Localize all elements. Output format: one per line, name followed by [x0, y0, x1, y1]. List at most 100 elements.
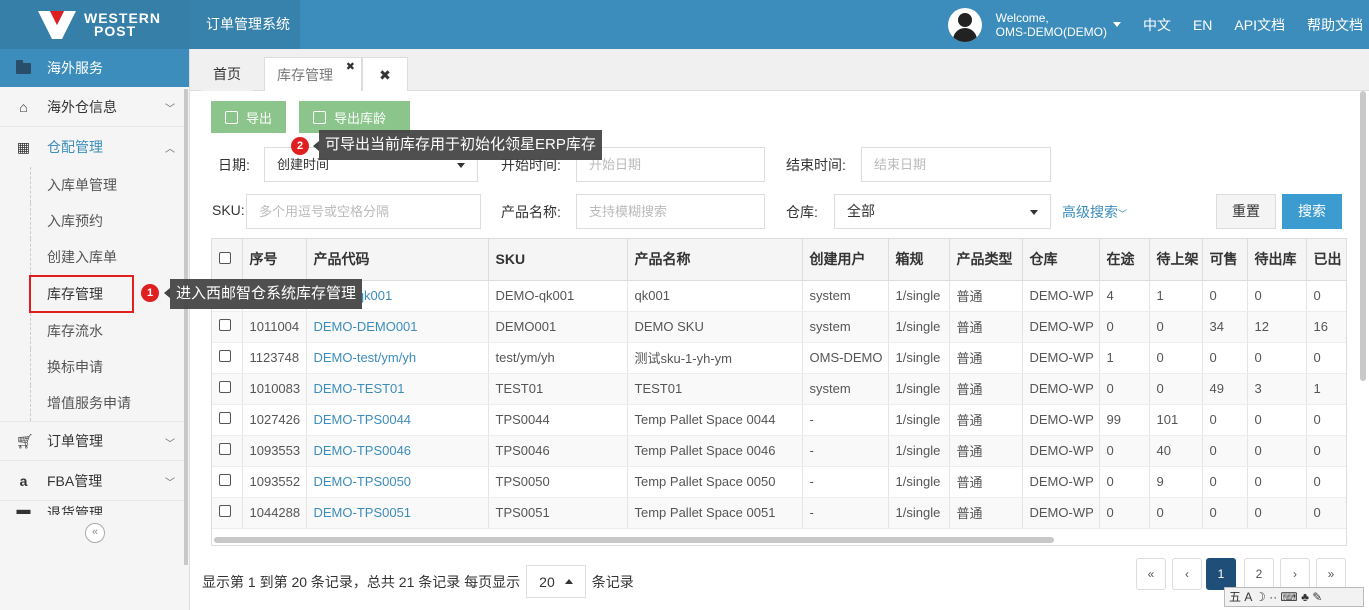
table-cell: 1/single: [888, 280, 950, 312]
ime-toolbar[interactable]: 五 A ☽ ·· ⌨ ♣ ✎: [1224, 587, 1364, 607]
table-cell: 0: [1306, 404, 1346, 436]
col-header[interactable]: 仓库: [1022, 239, 1100, 281]
chevron-down-icon: ﹀: [165, 478, 175, 489]
sidebar-sub-inventory[interactable]: 库存管理: [29, 275, 134, 313]
product-code-link[interactable]: DEMO-DEMO001: [306, 311, 489, 343]
col-header[interactable]: 创建用户: [802, 239, 889, 281]
table-cell: 1027426: [242, 404, 307, 436]
col-header[interactable]: 产品代码: [306, 239, 489, 281]
next-page-button[interactable]: ›: [1280, 558, 1310, 590]
product-code-link[interactable]: DEMO-TPS0044: [306, 404, 489, 436]
user-avatar-icon[interactable]: [947, 7, 982, 42]
tab-inventory[interactable]: 库存管理 ✖: [264, 57, 362, 91]
advanced-search-link[interactable]: 高级搜索﹀: [1062, 202, 1127, 222]
table-cell: 0: [1099, 497, 1150, 529]
end-date-input[interactable]: 结束日期: [861, 147, 1051, 182]
table-row[interactable]: 1123748 DEMO-test/ym/yh test/ym/yh 测试sku-1-…: [212, 342, 1346, 374]
first-page-button[interactable]: «: [1136, 558, 1166, 590]
table-cell: 0: [1099, 466, 1150, 498]
sidebar-item-orders[interactable]: 🛒︎ 订单管理 ﹀: [0, 421, 189, 461]
export-button[interactable]: 导出: [211, 101, 287, 133]
sidebar-sub-create-inbound[interactable]: 创建入库单: [30, 239, 189, 275]
start-date-input[interactable]: 开始日期: [576, 147, 765, 182]
product-code-link[interactable]: DEMO-TPS0050: [306, 466, 489, 498]
col-header[interactable]: SKU: [488, 239, 628, 281]
export-age-button[interactable]: 导出库龄: [299, 101, 410, 133]
table-body: 1011010DEMO-qk001DEMO-qk001qk001system1/…: [212, 280, 1346, 529]
col-header[interactable]: 产品名称: [627, 239, 803, 281]
table-row[interactable]: 1010083 DEMO-TEST01 TEST01 TEST01 system 1/si…: [212, 373, 1346, 405]
table-cell: DEMO-WP: [1022, 497, 1100, 529]
search-button[interactable]: 搜索: [1282, 194, 1342, 229]
sidebar-sub-inbound-orders[interactable]: 入库单管理: [30, 167, 189, 203]
row-checkbox[interactable]: [212, 373, 243, 405]
row-checkbox[interactable]: [212, 342, 243, 374]
table-row[interactable]: 1044288 DEMO-TPS0051 TPS0051 Temp Pallet Sp…: [212, 497, 1346, 529]
page-2-button[interactable]: 2: [1244, 558, 1274, 590]
api-docs-link[interactable]: API文档: [1234, 15, 1285, 35]
col-header[interactable]: 箱规: [888, 239, 950, 281]
page-vertical-scrollbar[interactable]: [1360, 91, 1366, 381]
row-checkbox[interactable]: [212, 311, 243, 343]
brand-logo[interactable]: WESTERN POST: [0, 0, 190, 49]
table-row[interactable]: 1011010DEMO-qk001DEMO-qk001qk001system1/…: [212, 280, 1346, 312]
col-header[interactable]: 待上架: [1149, 239, 1203, 281]
prev-page-button[interactable]: ‹: [1172, 558, 1202, 590]
col-header[interactable]: 可售: [1202, 239, 1248, 281]
page-size-select[interactable]: 20: [526, 565, 586, 598]
sidebar-sub-relabel[interactable]: 换标申请: [30, 349, 189, 385]
col-header[interactable]: 在途: [1099, 239, 1150, 281]
sidebar-scrollbar[interactable]: [184, 89, 188, 565]
last-page-button[interactable]: »: [1316, 558, 1346, 590]
user-menu-caret-icon[interactable]: [1112, 22, 1121, 27]
col-header[interactable]: 序号: [242, 239, 307, 281]
sidebar-item-fba[interactable]: a FBA管理 ﹀: [0, 461, 189, 501]
export-icon: [225, 110, 238, 124]
sidebar-sub-inventory-flow[interactable]: 库存流水: [30, 313, 189, 349]
row-checkbox[interactable]: [212, 497, 243, 529]
table-cell: 1011004: [242, 311, 307, 343]
table-row[interactable]: 1011004 DEMO-DEMO001 DEMO001 DEMO SKU system…: [212, 311, 1346, 343]
col-header[interactable]: 待出库: [1247, 239, 1307, 281]
table-row[interactable]: 1093552 DEMO-TPS0050 TPS0050 Temp Pallet Sp…: [212, 466, 1346, 498]
sidebar-sub-value-added[interactable]: 增值服务申请: [30, 385, 189, 421]
select-all-checkbox[interactable]: [212, 239, 243, 281]
row-checkbox[interactable]: [212, 404, 243, 436]
sidebar-section-header[interactable]: 海外服务: [0, 49, 189, 87]
sidebar-item-label: 退货管理: [47, 505, 103, 515]
product-code-link[interactable]: DEMO-TPS0046: [306, 435, 489, 467]
row-checkbox[interactable]: [212, 466, 243, 498]
sidebar-item-partial[interactable]: ▬ 退货管理: [0, 501, 189, 515]
row-checkbox[interactable]: [212, 435, 243, 467]
app-title[interactable]: 订单管理系统: [190, 0, 300, 49]
product-code-link[interactable]: DEMO-TPS0051: [306, 497, 489, 529]
close-all-tabs-button[interactable]: ✖: [362, 57, 408, 91]
help-docs-link[interactable]: 帮助文档: [1307, 15, 1363, 35]
sidebar-collapse-button[interactable]: «: [85, 523, 105, 543]
lang-en-link[interactable]: EN: [1193, 17, 1212, 33]
sidebar-sub-inbound-appointment[interactable]: 入库预约: [30, 203, 189, 239]
lang-zh-link[interactable]: 中文: [1143, 15, 1171, 35]
warehouse-select[interactable]: 全部: [834, 194, 1051, 229]
annotation-badge-2: 2: [291, 137, 309, 155]
sidebar-item-label: FBA管理: [47, 472, 103, 489]
sidebar-item-fulfillment[interactable]: ▦ 仓配管理 ︿: [0, 127, 189, 167]
table-row[interactable]: 1027426 DEMO-TPS0044 TPS0044 Temp Pallet Sp…: [212, 404, 1346, 436]
reset-button[interactable]: 重置: [1216, 194, 1276, 229]
col-header[interactable]: 已出: [1306, 239, 1346, 281]
annotation-tooltip-1: 进入西邮智仓系统库存管理: [170, 279, 363, 309]
table-row[interactable]: 1093553 DEMO-TPS0046 TPS0046 Temp Pallet Sp…: [212, 435, 1346, 467]
page-1-button[interactable]: 1: [1206, 558, 1236, 590]
product-name-input[interactable]: 支持模糊搜索: [576, 194, 765, 229]
tab-home[interactable]: 首页: [201, 57, 253, 91]
col-header[interactable]: 产品类型: [949, 239, 1023, 281]
sidebar-item-warehouse-info[interactable]: ⌂ 海外仓信息 ﹀: [0, 87, 189, 127]
table-cell: 1123748: [242, 342, 307, 374]
sku-input[interactable]: 多个用逗号或空格分隔: [246, 194, 481, 229]
tab-close-icon[interactable]: ✖: [346, 50, 355, 84]
table-cell: TPS0051: [488, 497, 628, 529]
user-menu[interactable]: Welcome, OMS-DEMO(DEMO): [996, 11, 1107, 39]
product-code-link[interactable]: DEMO-test/ym/yh: [306, 342, 489, 374]
table-horizontal-scrollbar[interactable]: [214, 537, 1054, 543]
product-code-link[interactable]: DEMO-TEST01: [306, 373, 489, 405]
